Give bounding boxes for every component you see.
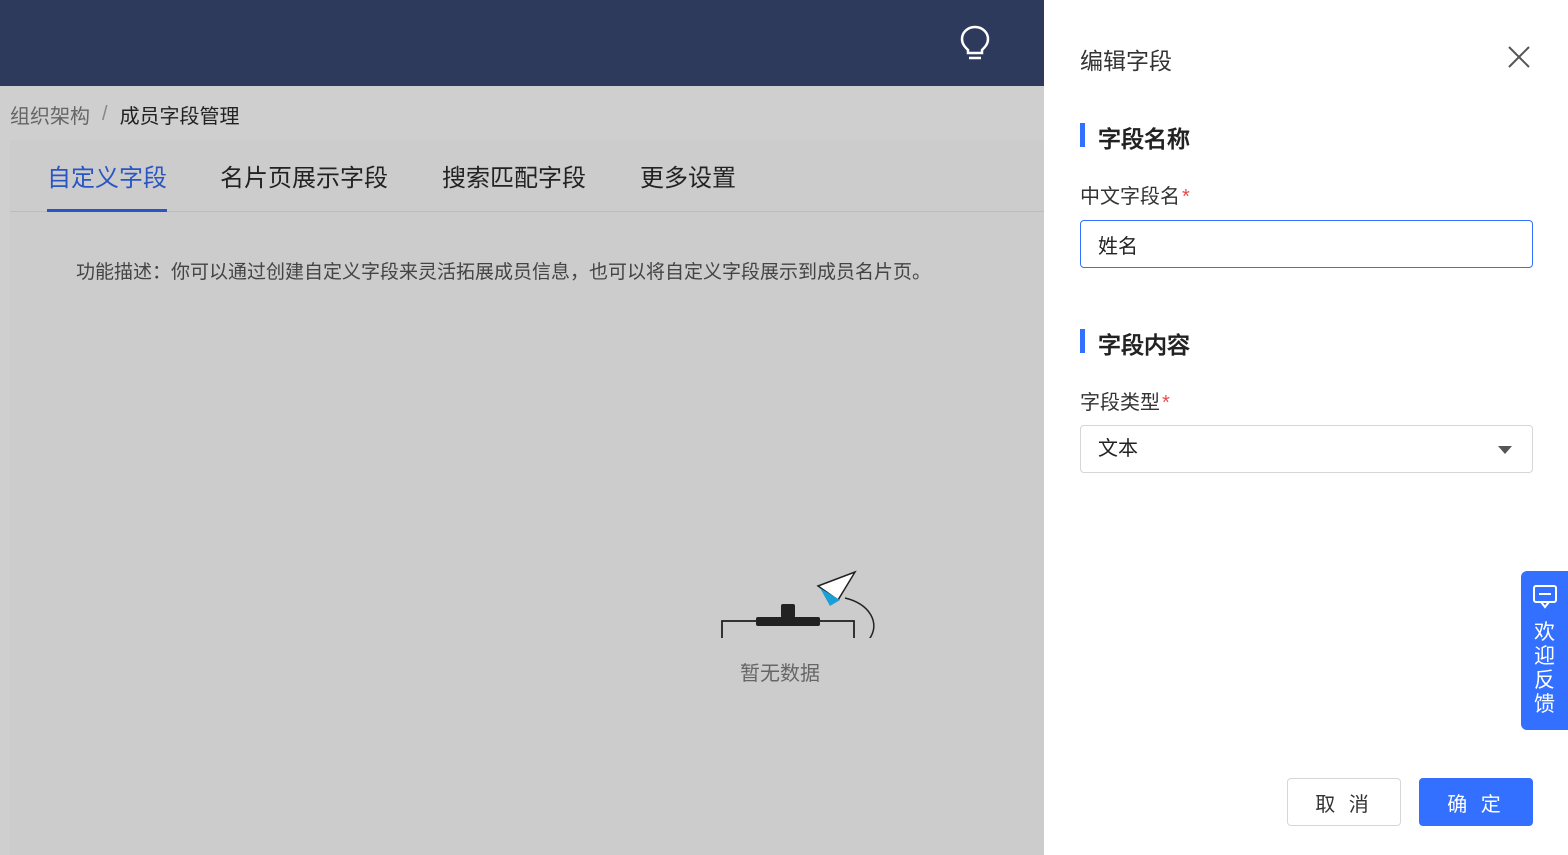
field-label-chinese-name: 中文字段名 * [1080, 180, 1190, 209]
confirm-button[interactable]: 确 定 [1419, 778, 1533, 826]
edit-field-drawer: 编辑字段 字段名称 中文字段名* 字段内容 字段类型* 文本 取 消 确 定 [1044, 0, 1568, 855]
feedback-label: 欢 迎 反 馈 [1521, 621, 1568, 717]
close-icon[interactable] [1506, 44, 1532, 70]
top-bar [0, 0, 1044, 86]
tab-search-match-fields[interactable]: 搜索匹配字段 [442, 158, 586, 212]
chinese-name-label-text: 中文字段名 [1080, 186, 1180, 208]
tab-more-settings[interactable]: 更多设置 [640, 158, 736, 212]
function-description: 功能描述：你可以通过创建自定义字段来灵活拓展成员信息，也可以将自定义字段展示到成… [76, 262, 932, 283]
cancel-button[interactable]: 取 消 [1287, 778, 1401, 826]
tab-custom-fields[interactable]: 自定义字段 [47, 158, 167, 212]
field-type-label-text: 字段类型 [1080, 392, 1160, 414]
required-mark: * [1162, 392, 1170, 414]
field-type-value: 文本 [1098, 438, 1138, 460]
required-mark: * [1182, 186, 1190, 208]
feedback-char: 馈 [1534, 693, 1555, 716]
field-label-field-type: 字段类型 * [1080, 386, 1170, 415]
breadcrumb: 组织架构 / 成员字段管理 [10, 100, 240, 129]
chinese-field-name-input[interactable] [1080, 220, 1533, 268]
drawer-title: 编辑字段 [1080, 48, 1172, 74]
lightbulb-icon[interactable] [958, 24, 992, 62]
main-panel: 自定义字段 名片页展示字段 搜索匹配字段 更多设置 功能描述：你可以通过创建自定… [10, 140, 1044, 855]
field-type-select[interactable]: 文本 [1080, 425, 1533, 473]
breadcrumb-separator: / [102, 103, 108, 125]
feedback-tab[interactable]: 欢 迎 反 馈 [1521, 571, 1568, 730]
feedback-char: 欢 [1534, 621, 1555, 644]
breadcrumb-parent[interactable]: 组织架构 [10, 100, 90, 129]
tab-bar: 自定义字段 名片页展示字段 搜索匹配字段 更多设置 [10, 140, 1044, 212]
section-title-field-content: 字段内容 [1080, 326, 1190, 360]
feedback-char: 迎 [1534, 645, 1555, 668]
breadcrumb-current: 成员字段管理 [119, 106, 240, 128]
section-title-field-name: 字段名称 [1080, 120, 1190, 154]
tab-card-display-fields[interactable]: 名片页展示字段 [220, 158, 388, 212]
message-icon [1533, 585, 1557, 609]
caret-down-icon [1498, 446, 1512, 454]
feedback-char: 反 [1534, 669, 1555, 692]
empty-state-illustration-icon [721, 570, 875, 638]
